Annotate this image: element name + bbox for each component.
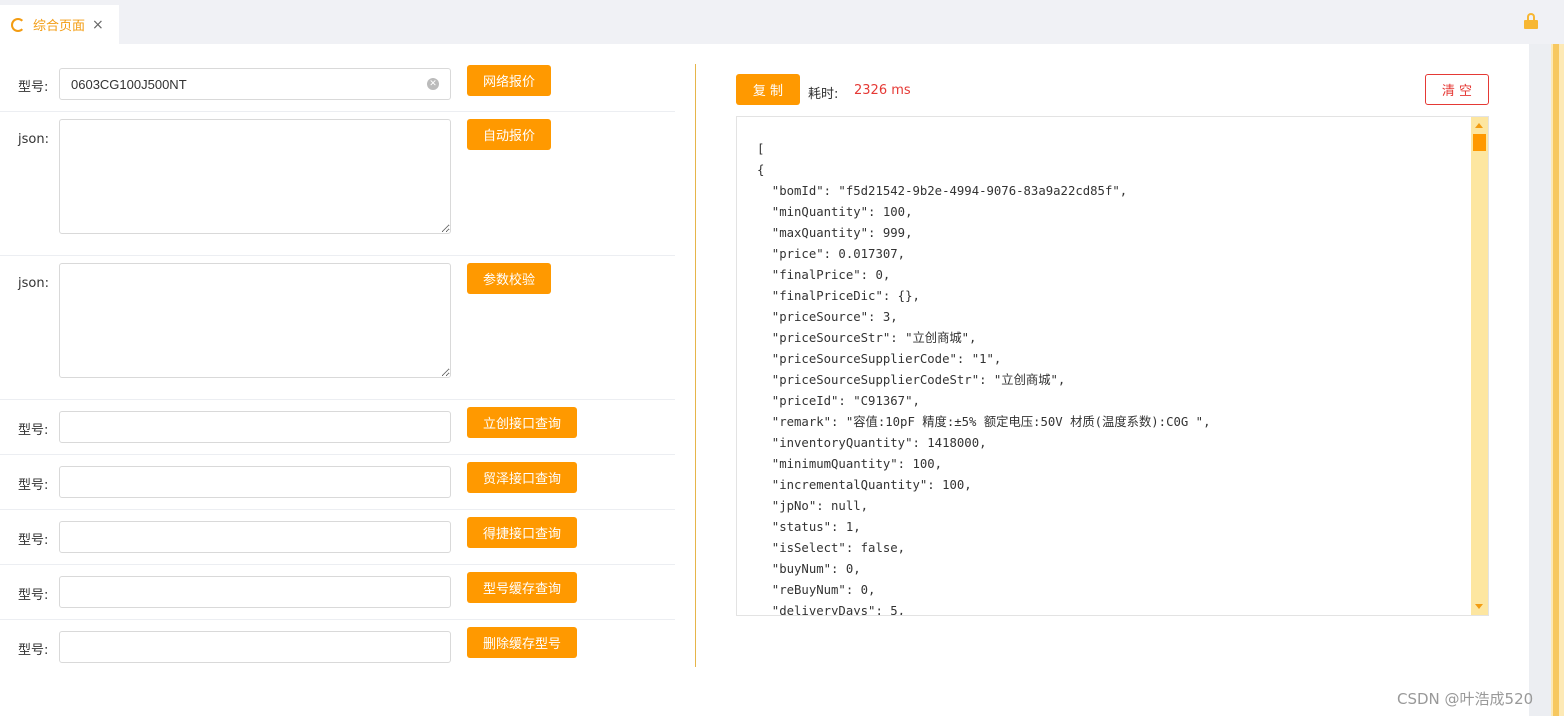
form-row-delete-cache: 型号: 删除缓存型号 xyxy=(0,620,675,675)
refresh-icon[interactable] xyxy=(11,17,25,32)
json-label: json: xyxy=(18,276,49,291)
elapsed-label: 耗时: xyxy=(808,87,839,102)
model-input-delete[interactable] xyxy=(59,631,451,663)
model-input-dejie[interactable] xyxy=(59,521,451,553)
json-textarea-auto-quote[interactable] xyxy=(59,119,451,234)
json-textarea-param-check[interactable] xyxy=(59,263,451,378)
page-scrollbar[interactable] xyxy=(1551,44,1564,716)
form-row-dejie-query: 型号: 得捷接口查询 xyxy=(0,510,675,565)
lichuang-query-button[interactable]: 立创接口查询 xyxy=(467,407,578,438)
clear-button[interactable]: 清 空 xyxy=(1425,74,1489,105)
scroll-thumb[interactable] xyxy=(1473,134,1486,151)
result-scrollbar[interactable] xyxy=(1471,117,1488,615)
model-input[interactable] xyxy=(59,68,451,100)
model-input-maoze[interactable] xyxy=(59,466,451,498)
tab-bar: 综合页面 × xyxy=(0,0,1564,44)
lock-icon[interactable] xyxy=(1524,13,1538,29)
tab-comprehensive-page[interactable]: 综合页面 × xyxy=(0,5,119,44)
form-row-lichuang-query: 型号: 立创接口查询 xyxy=(0,400,675,455)
result-output-box[interactable]: [ { "bomId": "f5d21542-9b2e-4994-9076-83… xyxy=(736,116,1489,616)
watermark: CSDN @叶浩成520 xyxy=(1397,690,1534,708)
close-icon[interactable]: × xyxy=(92,17,104,33)
panel-divider xyxy=(695,64,696,667)
maoze-query-button[interactable]: 贸泽接口查询 xyxy=(467,462,578,493)
clear-input-icon[interactable]: ✕ xyxy=(427,78,439,90)
json-label: json: xyxy=(18,132,49,147)
model-label: 型号: xyxy=(18,643,49,658)
form-row-cache-query: 型号: 型号缓存查询 xyxy=(0,565,675,620)
page-scroll-track[interactable] xyxy=(1529,44,1551,716)
param-check-button[interactable]: 参数校验 xyxy=(467,263,552,294)
result-json-text: [ { "bomId": "f5d21542-9b2e-4994-9076-83… xyxy=(757,142,1211,616)
model-label: 型号: xyxy=(18,533,49,548)
dejie-query-button[interactable]: 得捷接口查询 xyxy=(467,517,578,548)
form-row-auto-quote: json: 自动报价 xyxy=(0,112,675,256)
model-input-cache[interactable] xyxy=(59,576,451,608)
network-quote-button[interactable]: 网络报价 xyxy=(467,65,552,96)
cache-query-button[interactable]: 型号缓存查询 xyxy=(467,572,578,603)
model-label: 型号: xyxy=(18,478,49,493)
form-row-maoze-query: 型号: 贸泽接口查询 xyxy=(0,455,675,510)
copy-button[interactable]: 复 制 xyxy=(736,74,800,105)
tab-title: 综合页面 xyxy=(33,19,86,34)
model-label: 型号: xyxy=(18,588,49,603)
form-row-param-check: json: 参数校验 xyxy=(0,256,675,400)
form-row-network-quote: 型号: ✕ 网络报价 xyxy=(0,52,675,112)
scroll-down-icon[interactable] xyxy=(1475,604,1483,609)
elapsed-value: 2326 ms xyxy=(854,83,911,98)
delete-cache-button[interactable]: 删除缓存型号 xyxy=(467,627,578,658)
model-input-lichuang[interactable] xyxy=(59,411,451,443)
model-label: 型号: xyxy=(18,80,49,95)
auto-quote-button[interactable]: 自动报价 xyxy=(467,119,552,150)
scroll-up-icon[interactable] xyxy=(1475,123,1483,128)
model-label: 型号: xyxy=(18,423,49,438)
